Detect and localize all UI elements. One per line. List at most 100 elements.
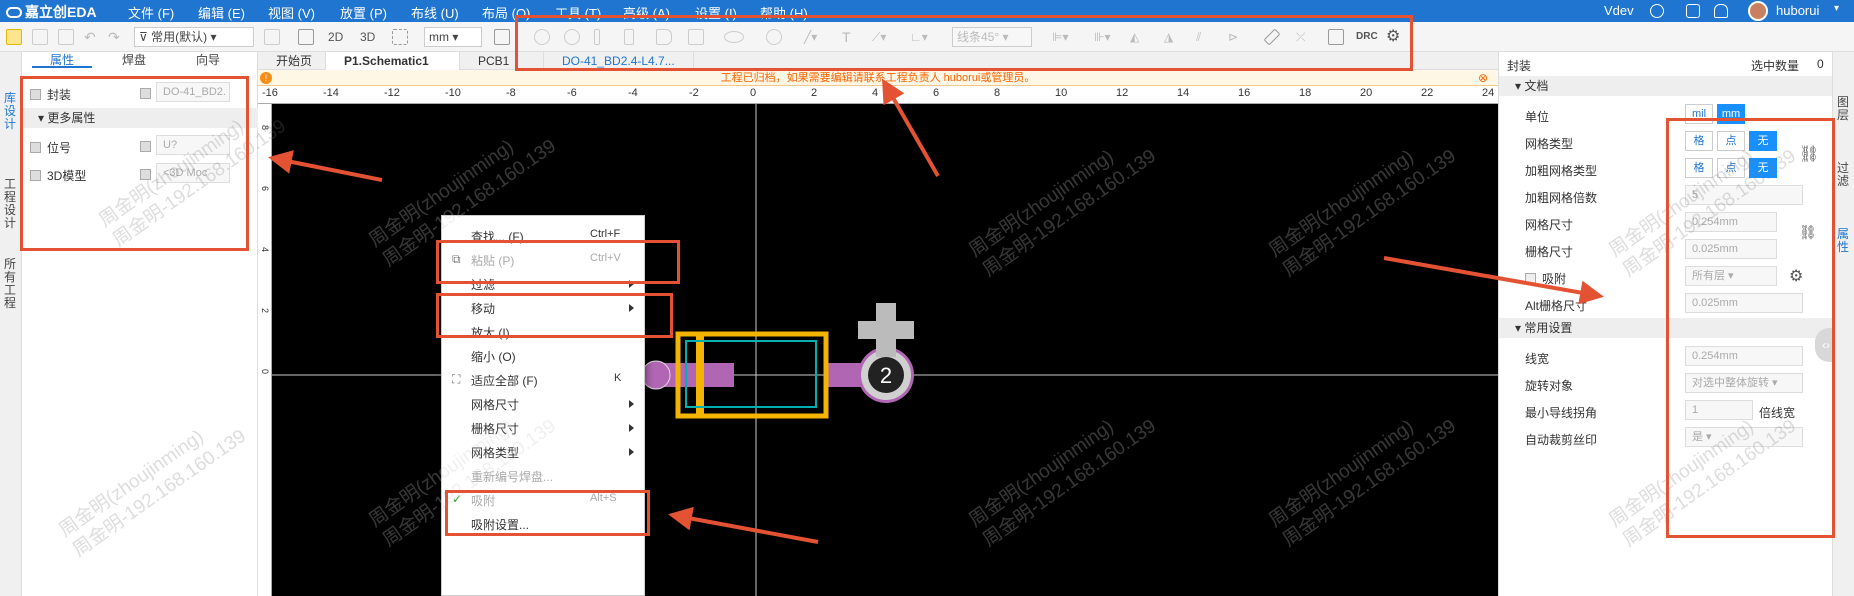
context-menu-item[interactable]: 缩小 (O) — [471, 348, 516, 365]
tab-library-design[interactable]: 库设计 — [3, 92, 17, 131]
menu-settings[interactable]: 设置 (I) — [695, 3, 737, 22]
context-menu-item[interactable]: 网格尺寸 — [471, 396, 519, 413]
grid-size-input[interactable]: 0.254mm — [1685, 212, 1777, 232]
min-track-input[interactable]: 1 — [1685, 400, 1753, 420]
pin-icon[interactable] — [534, 29, 550, 45]
unit-mil-button[interactable]: mil — [1685, 104, 1713, 124]
angle-icon[interactable]: ∟▾ — [910, 28, 928, 46]
undo-icon[interactable]: ↶ — [84, 28, 96, 46]
grid-icon[interactable] — [264, 29, 280, 45]
rotate-icon[interactable]: ◮ — [1164, 28, 1173, 46]
snap-settings-gear-icon[interactable]: ⚙ — [1789, 266, 1803, 286]
ellipse-icon[interactable] — [724, 31, 744, 43]
search-list-icon[interactable] — [298, 29, 314, 45]
footprint-input[interactable]: DO-41_BD2. — [156, 82, 230, 102]
more-properties-section[interactable]: ▾ 更多属性 — [22, 108, 258, 128]
open-folder-icon[interactable] — [6, 29, 22, 45]
via-icon[interactable] — [594, 29, 600, 45]
tab-properties[interactable]: 属性 — [32, 52, 92, 68]
3d-model-value-checkbox[interactable] — [140, 169, 151, 180]
avatar[interactable] — [1748, 1, 1768, 21]
tab-layers[interactable]: 图层 — [1836, 96, 1850, 122]
bold-grid-line-button[interactable]: 格 — [1685, 158, 1713, 178]
menu-view[interactable]: 视图 (V) — [268, 3, 315, 22]
line-icon[interactable]: ╱▾ — [804, 28, 817, 46]
doc-section[interactable]: ▾ 文档 — [1499, 76, 1833, 96]
alt-grid-input[interactable]: 0.025mm — [1685, 293, 1803, 313]
bell-icon[interactable] — [1714, 4, 1728, 18]
context-menu-item[interactable]: 放大 (I) — [471, 324, 510, 341]
redo-icon[interactable]: ↷ — [108, 28, 120, 46]
view-2d-button[interactable]: 2D — [328, 28, 343, 46]
username[interactable]: huborui — [1776, 3, 1819, 18]
designator-value-checkbox[interactable] — [140, 141, 151, 152]
unit-mm-button[interactable]: mm — [1717, 104, 1745, 124]
footprint-value-checkbox[interactable] — [140, 88, 151, 99]
grid-type-line-button[interactable]: 格 — [1685, 131, 1713, 151]
mirror-icon[interactable]: ⫽ — [1196, 28, 1201, 46]
send-icon[interactable]: ⊳ — [1228, 28, 1238, 46]
tab-schematic[interactable]: P1.Schematic1 — [326, 52, 460, 70]
pad-icon[interactable] — [564, 29, 580, 45]
auto-cut-select[interactable]: 是 ▾ — [1685, 427, 1803, 447]
zoom-area-icon[interactable] — [392, 29, 408, 45]
tab-project-design[interactable]: 工程设计 — [3, 178, 17, 230]
link-icon[interactable]: ⛓ — [1799, 144, 1819, 164]
link-icon-2[interactable]: ⛓ — [1799, 224, 1817, 241]
tab-attributes[interactable]: 属性 — [1836, 228, 1850, 254]
3d-model-checkbox[interactable] — [30, 170, 41, 181]
message-icon[interactable] — [1686, 4, 1700, 18]
context-menu-item[interactable]: 过滤 — [471, 276, 495, 293]
waveform-icon[interactable] — [494, 29, 510, 45]
context-menu-item[interactable]: 移动 — [471, 300, 495, 317]
save-icon[interactable] — [32, 29, 48, 45]
line-width-input[interactable]: 0.254mm — [1685, 346, 1803, 366]
menu-edit[interactable]: 编辑 (E) — [198, 3, 245, 22]
context-menu-item[interactable]: 适应全部 (F) — [471, 372, 538, 389]
designator-input[interactable]: U? — [156, 135, 230, 155]
filter-select[interactable]: ⊽ 常用(默认) ▾ — [134, 27, 254, 47]
menu-layout[interactable]: 布局 (O) — [482, 3, 530, 22]
menu-place[interactable]: 放置 (P) — [340, 3, 387, 22]
rect-icon[interactable] — [656, 29, 672, 45]
no-entry-icon[interactable] — [766, 29, 782, 45]
snap-layer-select[interactable]: 所有层 ▾ — [1685, 266, 1777, 286]
snap-grid-input[interactable]: 0.025mm — [1685, 239, 1777, 259]
tab-pcb[interactable]: PCB1 — [460, 52, 544, 70]
context-menu-item[interactable]: 查找... (F) — [471, 228, 524, 245]
tab-all-projects[interactable]: 所有工程 — [3, 258, 17, 310]
save-all-icon[interactable] — [58, 29, 74, 45]
bold-grid-dot-button[interactable]: 点 — [1717, 158, 1745, 178]
align-icon[interactable]: ⊫▾ — [1052, 28, 1068, 46]
tab-wizard[interactable]: 向导 — [178, 52, 238, 68]
notice-close-icon[interactable]: ⊗ — [1478, 71, 1488, 85]
tab-footprint[interactable]: DO-41_BD2.4-L4.7... — [544, 52, 694, 70]
user-chevron-down-icon[interactable]: ▾ — [1834, 3, 1839, 14]
bold-mult-input[interactable]: 5 — [1685, 185, 1803, 205]
tab-start-page[interactable]: 开始页 — [258, 52, 326, 70]
dimension-icon[interactable]: ⟋▾ — [872, 28, 886, 46]
tab-filter[interactable]: 过滤 — [1836, 162, 1850, 188]
drc-button[interactable]: DRC — [1356, 28, 1378, 46]
menu-advanced[interactable]: 高级 (A) — [623, 3, 670, 22]
menu-file[interactable]: 文件 (F) — [128, 3, 174, 22]
grid-type-dot-button[interactable]: 点 — [1717, 131, 1745, 151]
menu-route[interactable]: 布线 (U) — [411, 3, 459, 22]
pad-1[interactable] — [641, 360, 671, 390]
settings-gear-icon[interactable]: ⚙ — [1386, 28, 1400, 46]
context-menu-item[interactable]: 吸附设置... — [471, 516, 529, 533]
erase-icon[interactable] — [1328, 29, 1344, 45]
app-logo[interactable]: 嘉立创EDA — [6, 2, 97, 22]
rotate-select[interactable]: 对选中整体旋转 ▾ — [1685, 373, 1803, 393]
footprint-checkbox[interactable] — [30, 89, 41, 100]
polygon-icon[interactable] — [688, 29, 704, 45]
distribute-icon[interactable]: ⊪▾ — [1094, 28, 1110, 46]
menu-help[interactable]: 帮助 (H) — [760, 3, 808, 22]
context-menu-item[interactable]: 网格类型 — [471, 444, 519, 461]
cloud-sync-icon[interactable] — [1650, 4, 1664, 18]
snap-checkbox[interactable] — [1525, 273, 1536, 284]
ruler-icon[interactable] — [1263, 28, 1281, 46]
menu-tools[interactable]: 工具 (T) — [555, 3, 601, 22]
unit-select[interactable]: mm ▾ — [424, 27, 482, 47]
bold-grid-none-button[interactable]: 无 — [1749, 158, 1777, 178]
